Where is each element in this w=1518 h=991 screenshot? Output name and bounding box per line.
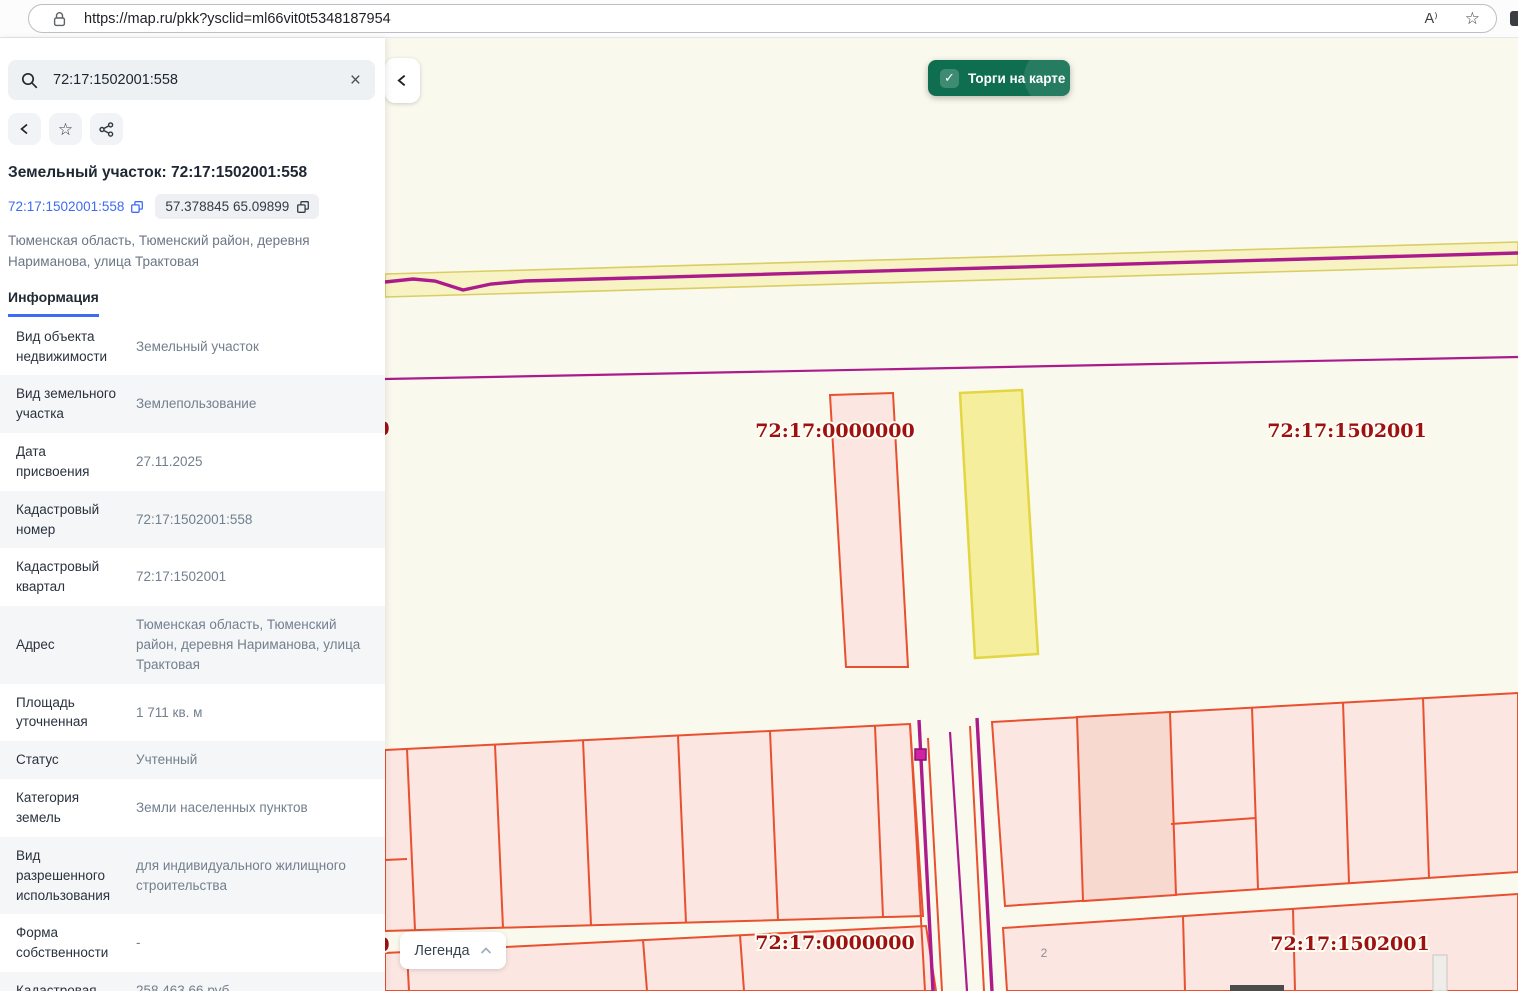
auction-toggle-button[interactable]: ✓ Торги на карте <box>928 60 1070 96</box>
row-value: Земельный участок <box>136 337 373 357</box>
row-value: Земли населенных пунктов <box>136 798 373 818</box>
browser-chrome: https://map.ru/pkk?ysclid=ml66vit0t53481… <box>0 0 1518 38</box>
table-row: Вид объекта недвижимости Земельный участ… <box>0 318 385 376</box>
row-value: 27.11.2025 <box>136 452 373 472</box>
tab-information[interactable]: Информация <box>8 289 99 317</box>
map-canvas[interactable]: 72:17:0000000 72:17:1502001 72:17:000000… <box>385 38 1518 991</box>
auction-button-label: Торги на карте <box>968 71 1065 86</box>
row-value: 1 711 кв. м <box>136 703 373 723</box>
copy-icon[interactable] <box>131 201 143 213</box>
boundary-node-marker[interactable] <box>915 749 926 760</box>
bookmark-star-icon[interactable]: ☆ <box>1465 10 1480 27</box>
row-label: Кадастровый номер <box>16 500 122 540</box>
table-row: Вид земельного участка Землепользование <box>0 375 385 433</box>
table-row: Кадастровый номер 72:17:1502001:558 <box>0 491 385 549</box>
quarter-label: 72:17:1502001 <box>1267 420 1426 442</box>
parcel-block[interactable] <box>385 724 923 931</box>
quarter-label: 72:17:1502001 <box>1270 933 1429 955</box>
row-label: Кадастровая <box>16 981 122 991</box>
search-bar[interactable]: × <box>8 60 375 100</box>
quarter-boundary-line <box>385 357 1518 379</box>
coordinates-text: 57.378845 65.09899 <box>165 199 289 214</box>
url-bar[interactable]: https://map.ru/pkk?ysclid=ml66vit0t53481… <box>28 4 1497 33</box>
page-title: Земельный участок: 72:17:1502001:558 <box>8 164 375 182</box>
url-text: https://map.ru/pkk?ysclid=ml66vit0t53481… <box>84 11 391 27</box>
star-icon: ☆ <box>58 121 73 138</box>
favorite-button[interactable]: ☆ <box>49 113 82 145</box>
page-content: × ☆ Земельный участок: 72:1 <box>0 38 1518 991</box>
boundary-line-vertical <box>977 718 992 991</box>
browser-profile-icon[interactable] <box>1510 11 1518 26</box>
coordinates-chip: 57.378845 65.09899 <box>155 194 319 219</box>
boundary-line-vertical <box>950 732 967 991</box>
building-footprint <box>1433 955 1447 991</box>
checkmark-icon: ✓ <box>940 69 959 88</box>
lock-icon <box>53 11 66 27</box>
row-label: Статус <box>16 750 122 770</box>
cadastral-map[interactable]: 72:17:0000000 72:17:1502001 72:17:000000… <box>385 38 1518 991</box>
cadastral-number-link[interactable]: 72:17:1502001:558 <box>8 199 143 214</box>
chevron-up-icon <box>480 947 492 955</box>
row-label: Вид земельного участка <box>16 384 122 424</box>
row-value: 258 463,66 руб <box>136 981 373 991</box>
legend-button[interactable]: Легенда <box>400 932 506 969</box>
row-label: Площадь уточненная <box>16 693 122 733</box>
search-icon <box>21 72 38 89</box>
table-row: Кадастровый квартал 72:17:1502001 <box>0 548 385 606</box>
info-table: Вид объекта недвижимости Земельный участ… <box>0 318 385 991</box>
row-value: - <box>136 933 373 953</box>
table-row: Дата присвоения 27.11.2025 <box>0 433 385 491</box>
table-row: Кадастровая 258 463,66 руб <box>0 972 385 991</box>
legend-button-label: Легенда <box>414 943 469 959</box>
clear-search-button[interactable]: × <box>349 71 362 90</box>
highlighted-parcel[interactable] <box>1077 712 1176 901</box>
row-label: Адрес <box>16 635 122 655</box>
parcel-number-label: 2 <box>1041 946 1048 960</box>
row-label: Вид объекта недвижимости <box>16 327 122 367</box>
table-row: Площадь уточненная 1 711 кв. м <box>0 684 385 742</box>
row-value: 72:17:1502001:558 <box>136 510 373 530</box>
back-button[interactable] <box>8 113 41 145</box>
quarter-label: 72:17:0000000 <box>755 420 914 442</box>
street-edge <box>970 726 984 991</box>
selected-parcel[interactable] <box>960 390 1038 658</box>
table-row: Категория земель Земли населенных пункто… <box>0 779 385 837</box>
row-value: Тюменская область, Тюменский район, дере… <box>136 615 373 675</box>
row-value: для индивидуального жилищного строительс… <box>136 856 373 896</box>
table-row: Статус Учтенный <box>0 741 385 779</box>
chevron-left-icon <box>396 74 409 87</box>
collapse-sidebar-button[interactable] <box>385 58 420 103</box>
share-button[interactable] <box>90 113 123 145</box>
parcel-address: Тюменская область, Тюменский район, дере… <box>8 230 371 273</box>
row-value: Учтенный <box>136 750 373 770</box>
parcel-id-row: 72:17:1502001:558 57.378845 65.09899 <box>8 194 375 219</box>
row-label: Категория земель <box>16 788 122 828</box>
chevron-left-icon <box>19 123 31 135</box>
parcel-info-sidebar: × ☆ Земельный участок: 72:1 <box>0 38 385 991</box>
sidebar-action-row: ☆ <box>8 113 375 145</box>
share-icon <box>99 122 114 137</box>
cadastral-number-text: 72:17:1502001:558 <box>8 199 124 214</box>
row-value: 72:17:1502001 <box>136 567 373 587</box>
row-label: Форма собственности <box>16 923 122 963</box>
row-value: Землепользование <box>136 394 373 414</box>
read-aloud-button[interactable]: A⁾ <box>1425 11 1438 27</box>
quarter-label-partial: 0 <box>385 934 390 956</box>
search-input[interactable] <box>51 71 349 89</box>
table-row: Адрес Тюменская область, Тюменский район… <box>0 606 385 684</box>
quarter-label: 72:17:0000000 <box>755 932 914 954</box>
copy-coordinates-icon[interactable] <box>297 201 309 213</box>
building-footprint <box>1230 985 1284 991</box>
quarter-label-partial: 0 <box>385 418 390 440</box>
table-row: Форма собственности - <box>0 914 385 972</box>
row-label: Вид разрешенного использования <box>16 846 122 906</box>
row-label: Дата присвоения <box>16 442 122 482</box>
table-row: Вид разрешенного использования для индив… <box>0 837 385 915</box>
row-label: Кадастровый квартал <box>16 557 122 597</box>
